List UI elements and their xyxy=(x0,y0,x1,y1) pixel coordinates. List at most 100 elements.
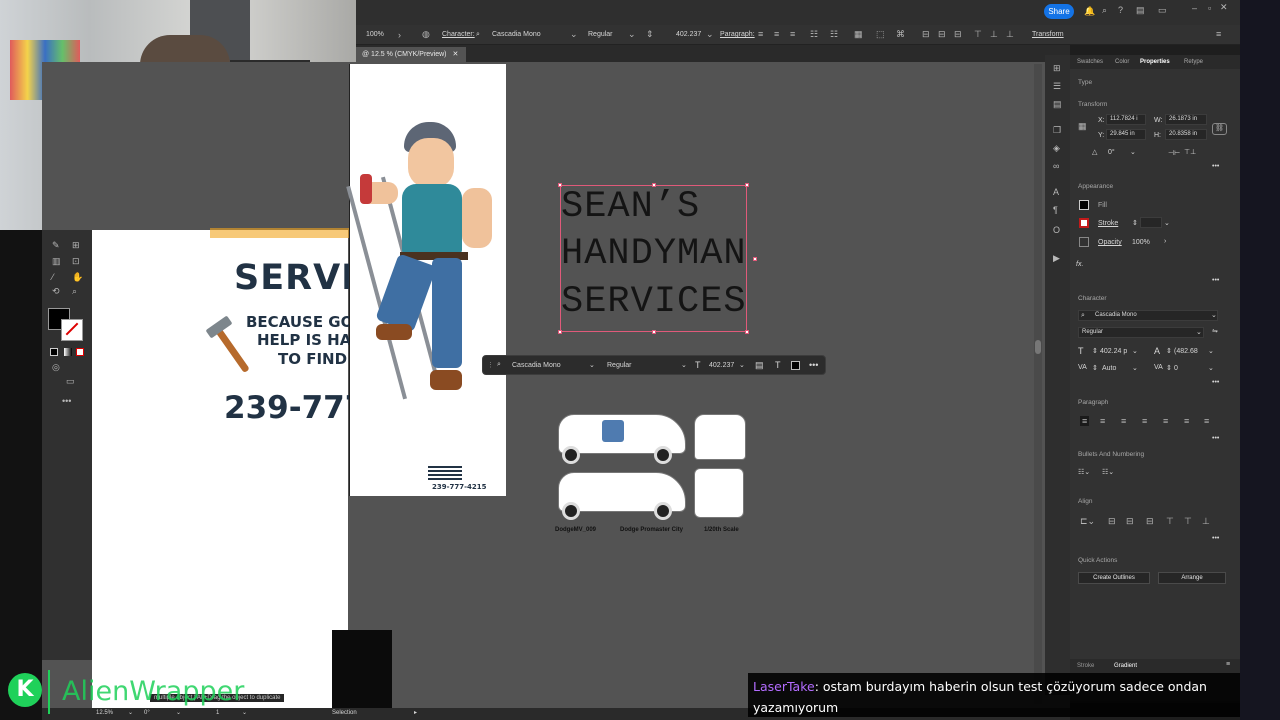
recolor-icon[interactable]: ◍ xyxy=(422,29,430,39)
workspace-icon[interactable]: ▭ xyxy=(1158,5,1167,15)
zoom-tool-icon[interactable]: ⌕ xyxy=(72,286,77,296)
x-field[interactable]: 112.7824 i xyxy=(1106,114,1146,125)
graph-tool-icon[interactable]: ▥ xyxy=(52,256,61,266)
fx-button[interactable]: fx. xyxy=(1076,261,1083,268)
more-options-icon[interactable]: ••• xyxy=(1212,277,1219,284)
floating-font-family[interactable]: Cascadia Mono xyxy=(512,362,561,369)
paragraph-icon[interactable]: ¶ xyxy=(1053,205,1058,215)
minimize-icon[interactable]: – xyxy=(1192,3,1197,13)
selection-handle[interactable] xyxy=(652,330,656,334)
align-left-edges-icon[interactable]: ⊟ xyxy=(1108,516,1116,526)
leading-stepper[interactable]: ⇕ xyxy=(1166,347,1172,355)
font-style-select[interactable]: Regular xyxy=(588,31,613,38)
chevron-right-icon[interactable]: › xyxy=(398,30,401,40)
panel-menu-icon[interactable]: ≡ xyxy=(1226,661,1230,668)
shaper-tool-icon[interactable]: ✎ xyxy=(52,240,60,250)
opentype-icon[interactable]: O xyxy=(1053,225,1060,235)
paragraph-label[interactable]: Paragraph: xyxy=(720,31,755,38)
paragraph-icon[interactable]: ▤ xyxy=(755,360,764,371)
fill-swatch[interactable] xyxy=(1079,200,1089,210)
artboard-number[interactable]: 1 xyxy=(216,710,219,716)
links-icon[interactable]: ∞ xyxy=(1053,161,1059,171)
tab-retype[interactable]: Retype xyxy=(1184,59,1203,65)
status-zoom[interactable]: 12.5% xyxy=(96,710,113,716)
tab-properties[interactable]: Properties xyxy=(1140,59,1170,65)
grip-icon[interactable]: ⋮ xyxy=(487,361,494,369)
chevron-down-icon[interactable]: ⌄ xyxy=(1132,364,1138,372)
chevron-down-icon[interactable]: ⌄ xyxy=(176,709,181,716)
justify-left-icon[interactable]: ≡ xyxy=(1142,416,1147,426)
align-to-icon[interactable]: ⊏⌄ xyxy=(1080,516,1095,526)
w-field[interactable]: 26.1873 in xyxy=(1165,114,1207,125)
canvas-scrollbar[interactable] xyxy=(1034,64,1042,704)
align-objects-icon[interactable]: ⊟ xyxy=(922,29,930,39)
actions-icon[interactable]: ▶ xyxy=(1053,253,1060,263)
font-size-stepper[interactable]: ⇕ xyxy=(1092,347,1098,355)
color-mode-icon[interactable] xyxy=(50,348,58,356)
hand-tool-icon[interactable]: ✋ xyxy=(72,272,83,282)
grid-icon[interactable]: ▦ xyxy=(854,29,863,39)
properties-icon[interactable]: ▤ xyxy=(1053,99,1062,109)
chevron-down-icon[interactable]: ⌄ xyxy=(1196,328,1202,336)
chevron-down-icon[interactable]: ⌄ xyxy=(128,709,133,716)
chevron-right-icon[interactable]: › xyxy=(1164,238,1166,245)
stroke-weight-stepper[interactable]: ⇕ xyxy=(1132,219,1138,227)
help-icon[interactable]: ? xyxy=(1118,5,1123,15)
selection-handle[interactable] xyxy=(745,330,749,334)
chevron-down-icon[interactable]: ⌄ xyxy=(1208,364,1214,372)
reference-point-icon[interactable]: ▦ xyxy=(1078,121,1087,131)
align-top-edges-icon[interactable]: ⊤ xyxy=(1166,516,1174,526)
chevron-down-icon[interactable]: ⌄ xyxy=(681,361,687,369)
libraries-icon[interactable]: ⊞ xyxy=(1053,63,1061,73)
type-options-icon[interactable]: T xyxy=(775,360,781,370)
tab-gradient[interactable]: Gradient xyxy=(1114,663,1137,669)
y-field[interactable]: 29.845 in xyxy=(1106,129,1146,140)
artboards-icon[interactable]: ❐ xyxy=(1053,125,1061,135)
create-outlines-button[interactable]: Create Outlines xyxy=(1078,572,1150,584)
tracking-value[interactable]: Auto xyxy=(1102,365,1116,372)
maximize-icon[interactable]: ▫ xyxy=(1208,3,1211,13)
numbering-icon[interactable]: ☷ xyxy=(830,29,838,39)
kerning-value[interactable]: 0 xyxy=(1174,365,1178,372)
more-options-icon[interactable]: ••• xyxy=(1212,379,1219,386)
font-family-field[interactable]: Cascadia Mono xyxy=(1078,310,1218,321)
bullets-icon[interactable]: ☷ xyxy=(810,29,818,39)
more-options-icon[interactable]: ••• xyxy=(1212,535,1219,542)
tracking-stepper[interactable]: ⇕ xyxy=(1092,364,1098,372)
align-right-icon[interactable]: ≡ xyxy=(1121,416,1126,426)
font-family-select[interactable]: Cascadia Mono xyxy=(492,31,541,38)
justify-right-icon[interactable]: ≡ xyxy=(1184,416,1189,426)
screen-mode-icon[interactable]: ▭ xyxy=(66,376,75,386)
chevron-down-icon[interactable]: ⌄ xyxy=(242,709,247,716)
shape-icon[interactable]: ⬚ xyxy=(876,29,885,39)
justify-center-icon[interactable]: ≡ xyxy=(1163,416,1168,426)
close-tab-icon[interactable]: ✕ xyxy=(452,51,458,58)
eyedropper-tool-icon[interactable]: ⁄ xyxy=(52,272,54,282)
align-horizontal-center-icon[interactable]: ⊟ xyxy=(1126,516,1134,526)
bullets-icon[interactable]: ☷⌄ xyxy=(1078,468,1090,476)
headline-line-3[interactable]: SERVICES xyxy=(561,281,747,323)
bell-icon[interactable]: 🔔 xyxy=(1084,6,1095,16)
layers-menu-icon[interactable]: ☰ xyxy=(1053,81,1061,91)
leading-value[interactable]: (482.68 xyxy=(1174,348,1198,355)
align-objects-icon[interactable]: ⊥ xyxy=(1006,29,1014,39)
more-options-icon[interactable]: ••• xyxy=(1212,163,1219,170)
align-vertical-center-icon[interactable]: ⊤ xyxy=(1184,516,1192,526)
chevron-down-icon[interactable]: ⌄ xyxy=(1164,219,1170,227)
arrange-button[interactable]: Arrange xyxy=(1158,572,1226,584)
chevron-down-icon[interactable]: ⌄ xyxy=(1132,347,1138,355)
align-objects-icon[interactable]: ⊥ xyxy=(990,29,998,39)
align-left-icon[interactable]: ≡ xyxy=(758,29,763,39)
flip-vertical-icon[interactable]: ⊤⊥ xyxy=(1184,148,1196,156)
font-size-value[interactable]: 402.24 p xyxy=(1100,348,1127,355)
none-mode-icon[interactable] xyxy=(76,348,84,356)
align-objects-icon[interactable]: ⊟ xyxy=(954,29,962,39)
arrange-documents-icon[interactable]: ▤ xyxy=(1136,5,1145,15)
close-icon[interactable]: ✕ xyxy=(1220,2,1228,12)
chevron-down-icon[interactable]: ⌄ xyxy=(1208,347,1214,355)
chevron-down-icon[interactable]: ⌄ xyxy=(589,361,595,369)
search-icon[interactable]: ⌕ xyxy=(1102,5,1107,15)
selection-handle[interactable] xyxy=(753,257,757,261)
align-right-edges-icon[interactable]: ⊟ xyxy=(1146,516,1154,526)
warp-icon[interactable]: ⌘ xyxy=(896,29,905,39)
